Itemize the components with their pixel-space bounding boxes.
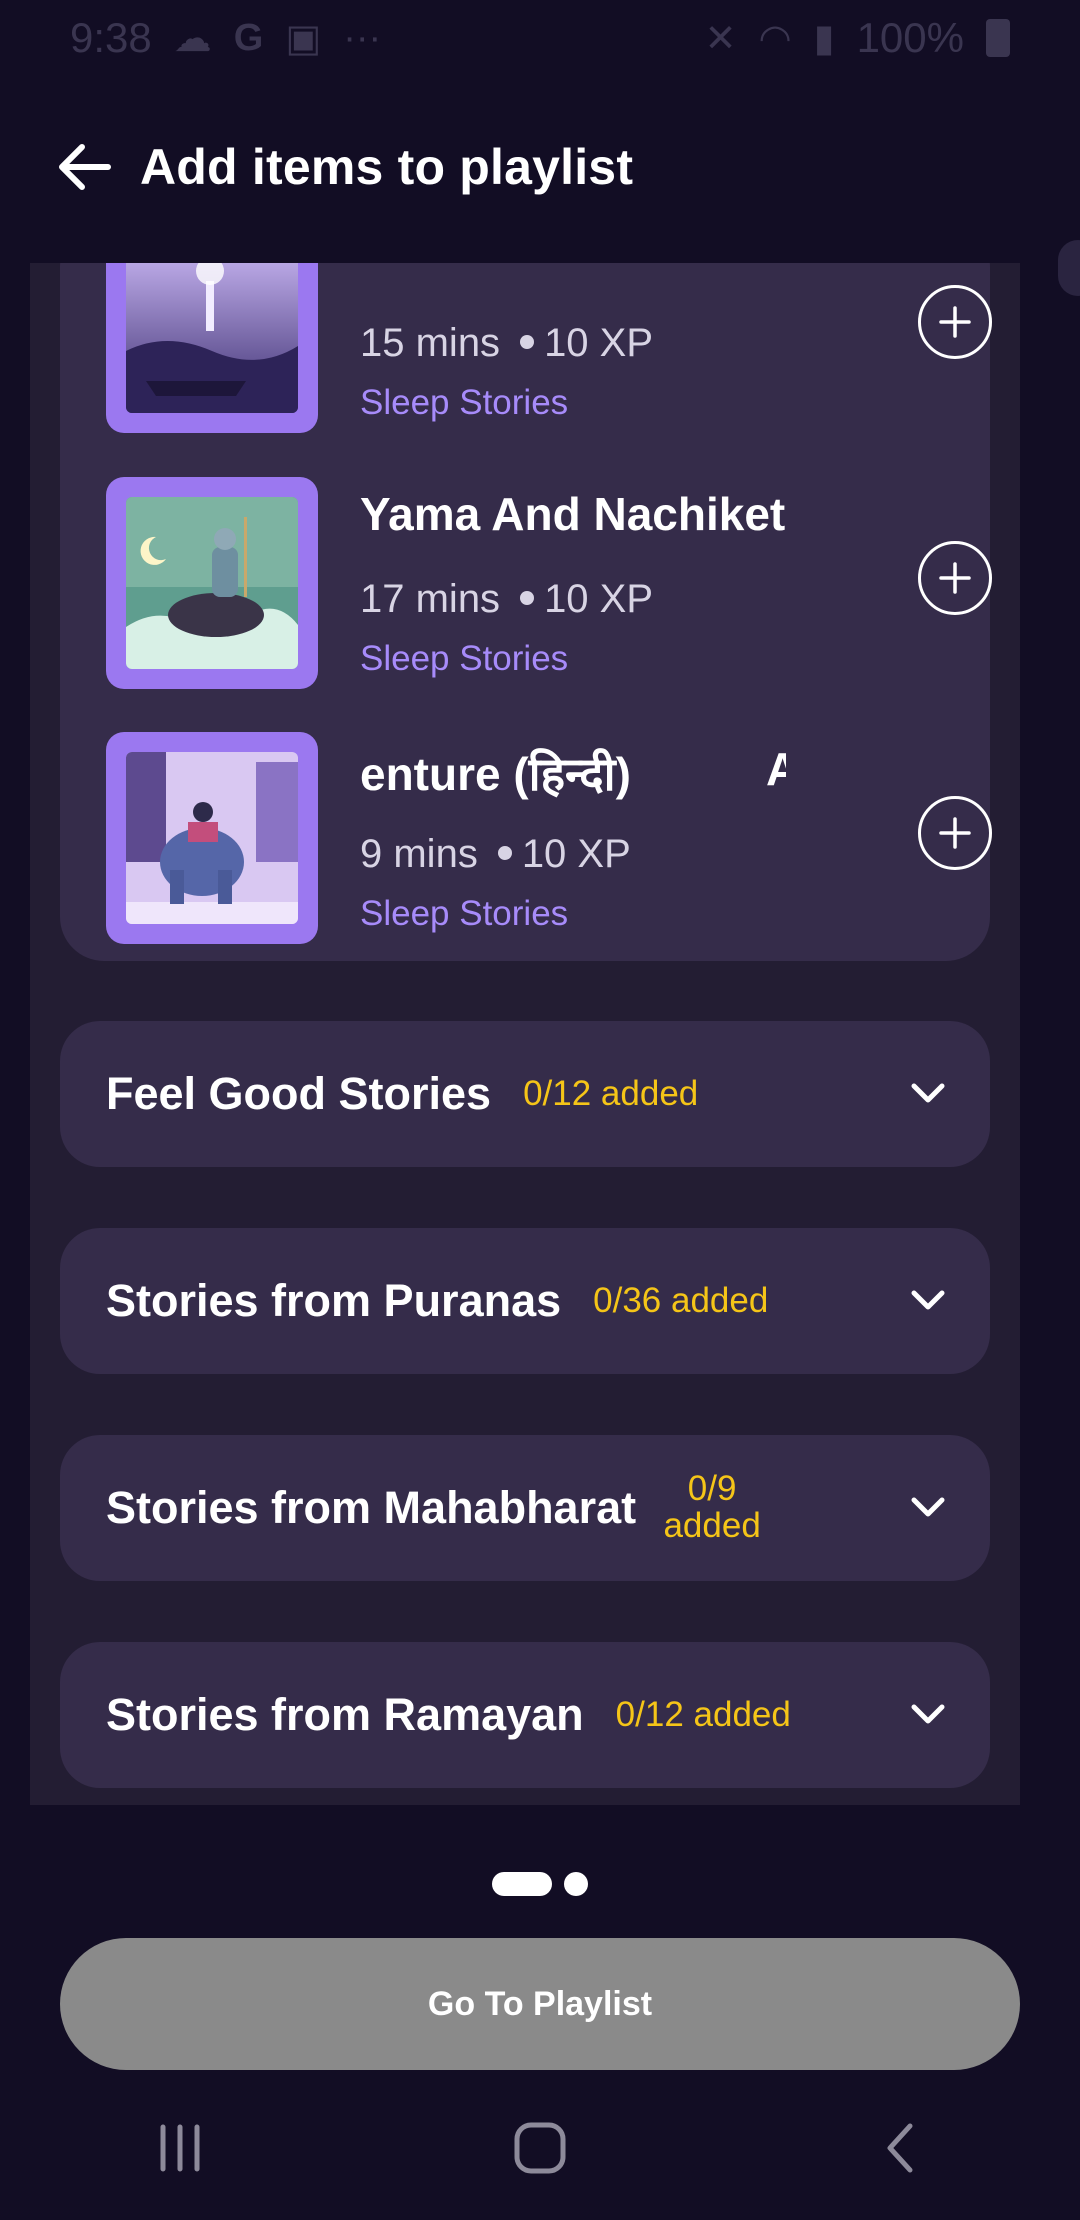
status-bar: 9:38 ☁ G ▣ ··· ✕ ◠ ▮ 100%	[0, 0, 1080, 76]
item-thumbnail	[106, 263, 318, 433]
plus-icon	[939, 306, 971, 338]
image-icon: ▣	[285, 17, 322, 60]
add-button[interactable]	[918, 285, 992, 359]
plus-icon	[939, 562, 971, 594]
dot-separator	[520, 335, 535, 350]
add-button[interactable]	[918, 541, 992, 615]
add-button[interactable]	[918, 796, 992, 870]
section-title: Stories from Ramayan	[106, 1689, 584, 1740]
battery-icon	[986, 19, 1010, 57]
signal-icon: ▮	[813, 17, 835, 60]
content-panel[interactable]: 15 mins 10 XP Sleep Stories Yama And Nac…	[30, 263, 1020, 1805]
items-card: 15 mins 10 XP Sleep Stories Yama And Nac…	[60, 263, 992, 961]
story-artwork-boat	[126, 263, 298, 413]
section-count: 0/12 added	[615, 1695, 791, 1734]
list-item[interactable]: 15 mins 10 XP Sleep Stories	[106, 263, 992, 433]
section-title: Stories from Mahabharat	[106, 1482, 637, 1533]
item-title: enture (हिन्दी) A	[360, 743, 786, 800]
item-thumbnail	[106, 477, 318, 689]
item-xp: 10 XP	[544, 577, 654, 621]
item-thumbnail	[106, 732, 318, 944]
more-dots-icon: ···	[343, 16, 382, 59]
item-category: Sleep Stories	[360, 894, 569, 933]
status-right: ✕ ◠ ▮ 100%	[705, 14, 1010, 62]
back-button[interactable]	[52, 135, 116, 199]
go-to-playlist-button[interactable]: Go To Playlist	[60, 1938, 1020, 2070]
item-meta: 9 mins 10 XP	[360, 832, 631, 877]
status-left: 9:38 ☁ G ▣ ···	[70, 14, 381, 62]
dot-separator	[497, 846, 512, 861]
scroll-indicator	[1058, 240, 1080, 296]
status-time: 9:38	[70, 14, 152, 61]
system-back-button[interactable]	[860, 2108, 940, 2188]
section-stories-from-ramayan[interactable]: Stories from Ramayan 0/12 added	[60, 1642, 990, 1788]
section-stories-from-puranas[interactable]: Stories from Puranas 0/36 added	[60, 1228, 990, 1374]
plus-icon	[939, 817, 971, 849]
home-button[interactable]	[500, 2108, 580, 2188]
list-item[interactable]: enture (हिन्दी) A 9 mins 10 XP Sleep Stori…	[106, 732, 992, 944]
item-xp: 10 XP	[544, 321, 654, 365]
chevron-down-icon	[911, 1083, 945, 1103]
section-title: Feel Good Stories	[106, 1068, 492, 1119]
page-title: Add items to playlist	[140, 139, 634, 195]
cloud-icon: ☁	[173, 17, 212, 60]
page-indicator	[0, 1872, 1080, 1896]
home-icon	[514, 2122, 566, 2174]
mute-icon: ✕	[704, 17, 737, 60]
item-title: Yama And Nachiketa	[360, 488, 786, 540]
section-title: Stories from Puranas	[106, 1275, 562, 1326]
chevron-down-icon	[911, 1290, 945, 1310]
recent-apps-icon	[160, 2124, 200, 2172]
google-icon: G	[233, 16, 264, 59]
chevron-down-icon	[911, 1704, 945, 1724]
item-category: Sleep Stories	[360, 639, 569, 678]
item-category: Sleep Stories	[360, 383, 569, 422]
list-item[interactable]: Yama And Nachiketa 17 mins 10 XP Sleep St…	[106, 477, 992, 689]
item-duration: 17 mins	[360, 577, 501, 621]
item-meta: 17 mins 10 XP	[360, 577, 653, 622]
chevron-left-icon	[887, 2123, 913, 2173]
item-duration: 15 mins	[360, 321, 501, 365]
item-xp: 10 XP	[521, 832, 631, 876]
arrow-left-icon	[59, 144, 111, 190]
section-count: 0/36 added	[593, 1281, 769, 1320]
story-artwork-elephant	[126, 752, 298, 924]
item-meta: 15 mins 10 XP	[360, 321, 653, 366]
item-title	[360, 263, 786, 291]
header: Add items to playlist	[0, 112, 1080, 222]
wifi-icon: ◠	[758, 17, 792, 60]
story-artwork-yama	[126, 497, 298, 669]
battery-level: 100%	[856, 14, 964, 61]
page-indicator-active	[492, 1872, 552, 1896]
section-stories-from-mahabharat[interactable]: Stories from Mahabharat 0/9 added	[60, 1435, 990, 1581]
chevron-down-icon	[911, 1497, 945, 1517]
dot-separator	[520, 591, 535, 606]
section-count: 0/12 added	[523, 1074, 699, 1113]
item-duration: 9 mins	[360, 832, 478, 876]
page-indicator-dot	[564, 1872, 588, 1896]
system-nav-bar	[0, 2096, 1080, 2200]
section-count: 0/9 added	[663, 1469, 761, 1545]
recent-apps-button[interactable]	[140, 2108, 220, 2188]
section-feel-good-stories[interactable]: Feel Good Stories 0/12 added	[60, 1021, 990, 1167]
